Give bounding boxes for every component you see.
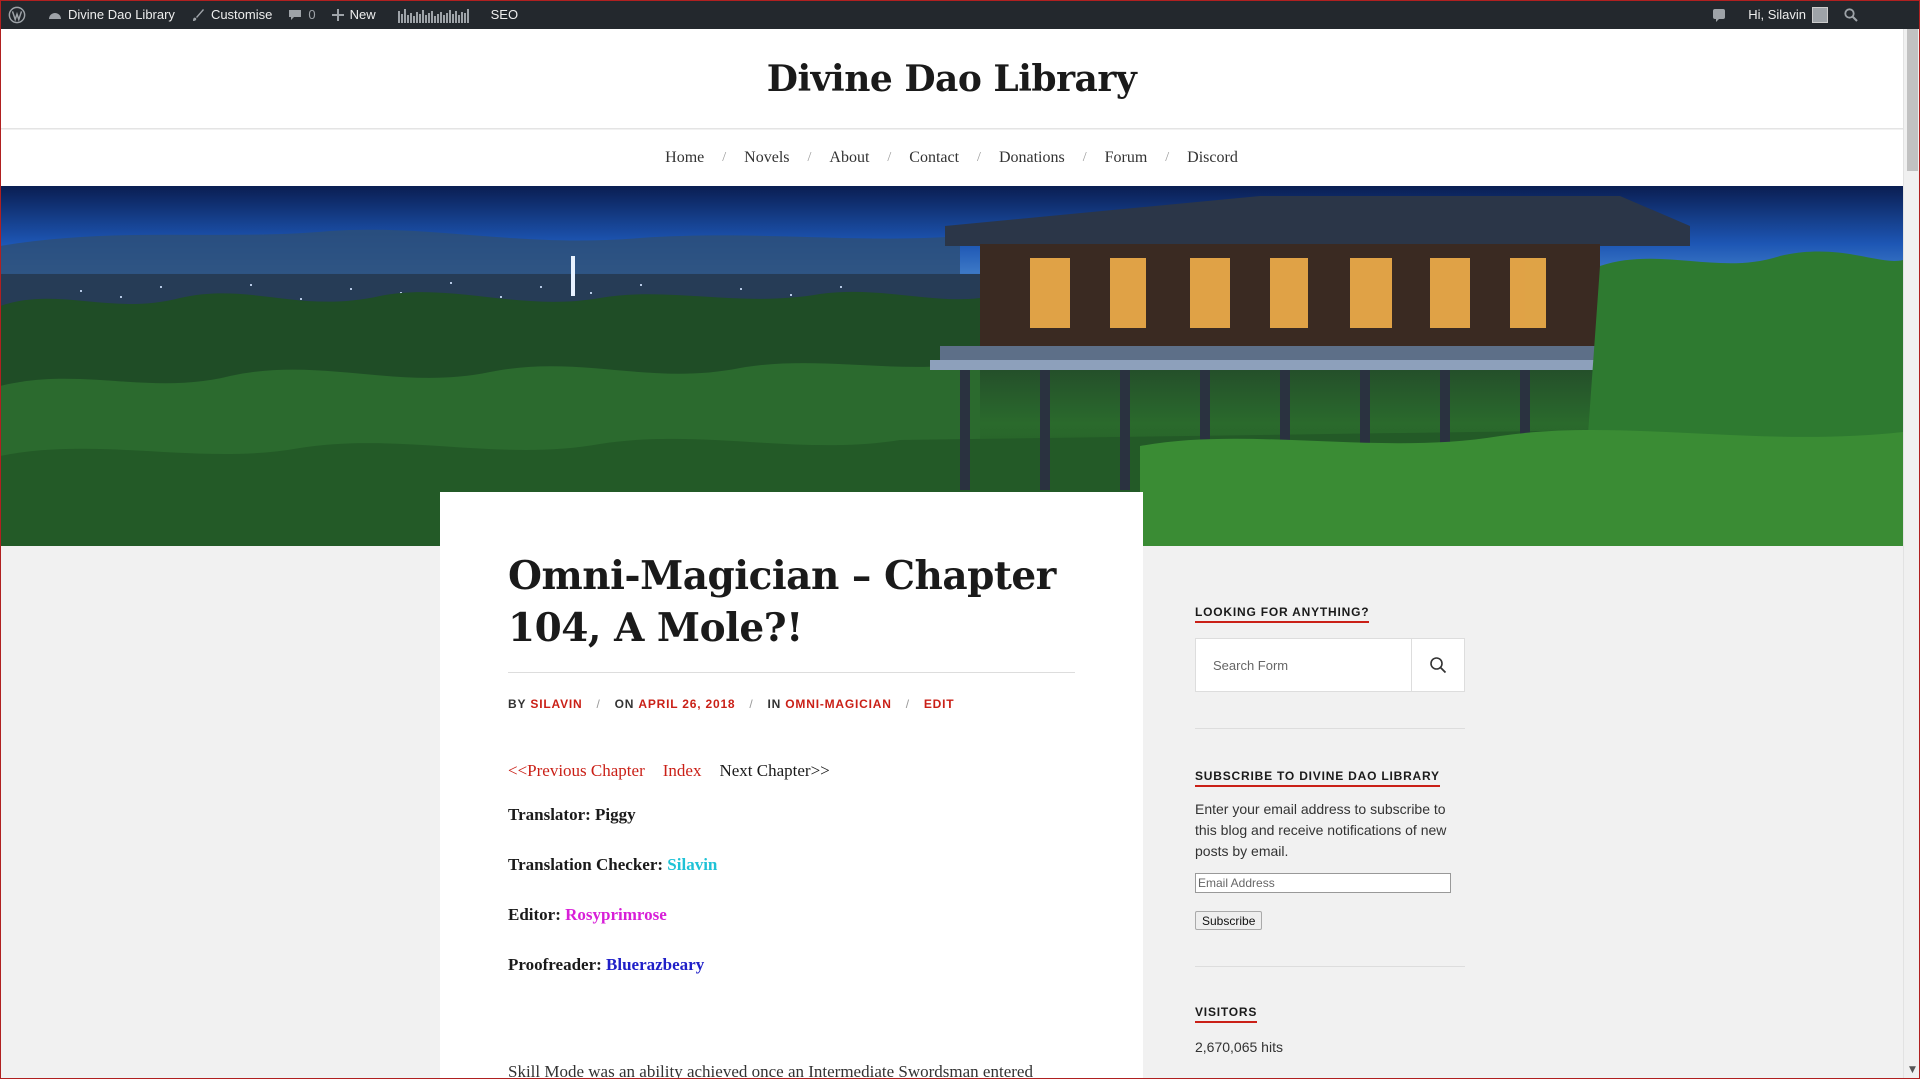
widget-divider bbox=[1195, 728, 1465, 729]
next-chapter-text: Next Chapter>> bbox=[719, 761, 830, 780]
credit-label: Translation Checker: bbox=[508, 855, 664, 874]
credit-label: Editor: bbox=[508, 905, 561, 924]
email-field[interactable] bbox=[1195, 873, 1451, 893]
nav-item-home[interactable]: Home bbox=[657, 149, 712, 167]
meta-in-label: IN bbox=[767, 697, 782, 711]
post-body-text: Skill Mode was an ability achieved once … bbox=[508, 1062, 1033, 1079]
sidebar: LOOKING FOR ANYTHING? SUBSCRIBE TO DIVIN… bbox=[1195, 603, 1465, 1055]
widget-divider bbox=[1195, 966, 1465, 967]
search-icon bbox=[1430, 657, 1447, 674]
nav-separator: / bbox=[887, 150, 892, 165]
credit-name: Rosyprimrose bbox=[565, 905, 667, 924]
nav-item-about[interactable]: About bbox=[821, 149, 877, 167]
site-header: Divine Dao Library bbox=[0, 29, 1903, 129]
site-title[interactable]: Divine Dao Library bbox=[0, 29, 1903, 129]
meta-separator: / bbox=[749, 697, 754, 711]
credit-label: Translator: bbox=[508, 805, 591, 824]
comment-bubble-icon bbox=[289, 9, 302, 20]
visitors-widget: VISITORS 2,670,065 hits bbox=[1195, 1003, 1465, 1055]
nav-separator: / bbox=[807, 150, 812, 165]
credit-editor: Editor: Rosyprimrose bbox=[508, 905, 1075, 925]
search-widget: LOOKING FOR ANYTHING? bbox=[1195, 603, 1465, 692]
nav-separator: / bbox=[722, 150, 727, 165]
meta-category-link[interactable]: OMNI-MAGICIAN bbox=[785, 697, 891, 711]
nav-separator: / bbox=[977, 150, 981, 165]
meta-separator: / bbox=[905, 697, 910, 711]
admin-bar-account[interactable]: Hi, Silavin bbox=[1740, 0, 1836, 29]
visitor-hits-count: 2,670,065 hits bbox=[1195, 1039, 1283, 1055]
admin-bar-stats-sparkline[interactable] bbox=[384, 0, 483, 29]
meta-separator: / bbox=[596, 697, 601, 711]
meta-edit-link[interactable]: EDIT bbox=[924, 697, 955, 711]
admin-bar-comments-count: 0 bbox=[308, 7, 316, 22]
nav-item-forum[interactable]: Forum bbox=[1097, 149, 1156, 167]
scroll-down-arrow-icon[interactable]: ▼ bbox=[1904, 1062, 1920, 1079]
home-gauge-icon bbox=[49, 12, 61, 19]
meta-on-label: ON bbox=[614, 697, 635, 711]
search-button[interactable] bbox=[1411, 639, 1464, 691]
notification-bubble-icon bbox=[1713, 8, 1726, 22]
index-link[interactable]: Index bbox=[663, 761, 702, 781]
admin-bar: Divine Dao Library Customise 0 New SEO H… bbox=[0, 0, 1920, 29]
subscribe-widget-title: SUBSCRIBE TO DIVINE DAO LIBRARY bbox=[1195, 769, 1440, 787]
meta-by-label: BY bbox=[508, 697, 527, 711]
admin-bar-search[interactable] bbox=[1836, 0, 1872, 29]
admin-bar-greeting: Hi, Silavin bbox=[1748, 7, 1806, 22]
search-form bbox=[1195, 638, 1465, 692]
previous-chapter-link[interactable]: <<Previous Chapter bbox=[508, 761, 645, 781]
nav-item-donations[interactable]: Donations bbox=[991, 149, 1073, 167]
subscribe-widget: SUBSCRIBE TO DIVINE DAO LIBRARY Enter yo… bbox=[1195, 767, 1465, 930]
wordpress-logo-icon[interactable] bbox=[0, 0, 40, 29]
nav-separator: / bbox=[1165, 150, 1170, 165]
nav-separator: / bbox=[1082, 150, 1087, 165]
credit-name: Piggy bbox=[595, 805, 636, 824]
stats-sparkline-icon bbox=[397, 7, 469, 23]
subscribe-description: Enter your email address to subscribe to… bbox=[1195, 801, 1447, 859]
nav-item-contact[interactable]: Contact bbox=[901, 149, 967, 167]
credit-name: Bluerazbeary bbox=[606, 955, 705, 974]
search-widget-title: LOOKING FOR ANYTHING? bbox=[1195, 605, 1370, 623]
nav-item-novels[interactable]: Novels bbox=[736, 149, 797, 167]
post-meta: BY SILAVIN / ON APRIL 26, 2018 / IN OMNI… bbox=[508, 697, 1075, 711]
search-input[interactable] bbox=[1196, 639, 1411, 691]
post-title: Omni-Magician – Chapter 104, A Mole?! bbox=[508, 553, 1056, 651]
admin-bar-site-name: Divine Dao Library bbox=[68, 7, 175, 22]
credit-translator: Translator: Piggy bbox=[508, 805, 1075, 825]
admin-bar-site-link[interactable]: Divine Dao Library bbox=[40, 0, 183, 29]
paintbrush-icon bbox=[192, 8, 204, 21]
chapter-navigation: <<Previous Chapter Index Next Chapter>> bbox=[508, 761, 1075, 781]
subscribe-button[interactable]: Subscribe bbox=[1195, 911, 1263, 930]
search-icon bbox=[1844, 7, 1858, 22]
admin-bar-seo[interactable]: SEO bbox=[483, 0, 526, 29]
primary-navigation: Home / Novels / About / Contact / Donati… bbox=[0, 130, 1903, 186]
meta-date-link[interactable]: APRIL 26, 2018 bbox=[638, 697, 735, 711]
admin-bar-customise-label: Customise bbox=[210, 7, 273, 22]
admin-bar-notifications[interactable] bbox=[1704, 0, 1740, 29]
credit-translation-checker: Translation Checker: Silavin bbox=[508, 855, 1075, 875]
post-article: Omni-Magician – Chapter 104, A Mole?! BY… bbox=[440, 492, 1143, 1079]
admin-bar-customise[interactable]: Customise bbox=[183, 0, 280, 29]
page-scrollbar[interactable]: ▼ bbox=[1903, 29, 1920, 1079]
admin-bar-seo-label: SEO bbox=[490, 7, 519, 22]
admin-bar-new-label: New bbox=[349, 7, 376, 22]
title-divider bbox=[508, 672, 1075, 673]
credit-name: Silavin bbox=[667, 855, 718, 874]
credit-label: Proofreader: bbox=[508, 955, 602, 974]
visitors-widget-title: VISITORS bbox=[1195, 1005, 1258, 1023]
admin-bar-comments[interactable]: 0 bbox=[280, 0, 323, 29]
credit-proofreader: Proofreader: Bluerazbeary bbox=[508, 955, 1075, 975]
nav-item-discord[interactable]: Discord bbox=[1179, 149, 1246, 167]
scrollbar-thumb[interactable] bbox=[1907, 29, 1918, 171]
admin-bar-new[interactable]: New bbox=[324, 0, 384, 29]
plus-icon bbox=[331, 8, 344, 21]
avatar bbox=[1812, 6, 1828, 23]
meta-author-link[interactable]: SILAVIN bbox=[530, 697, 582, 711]
